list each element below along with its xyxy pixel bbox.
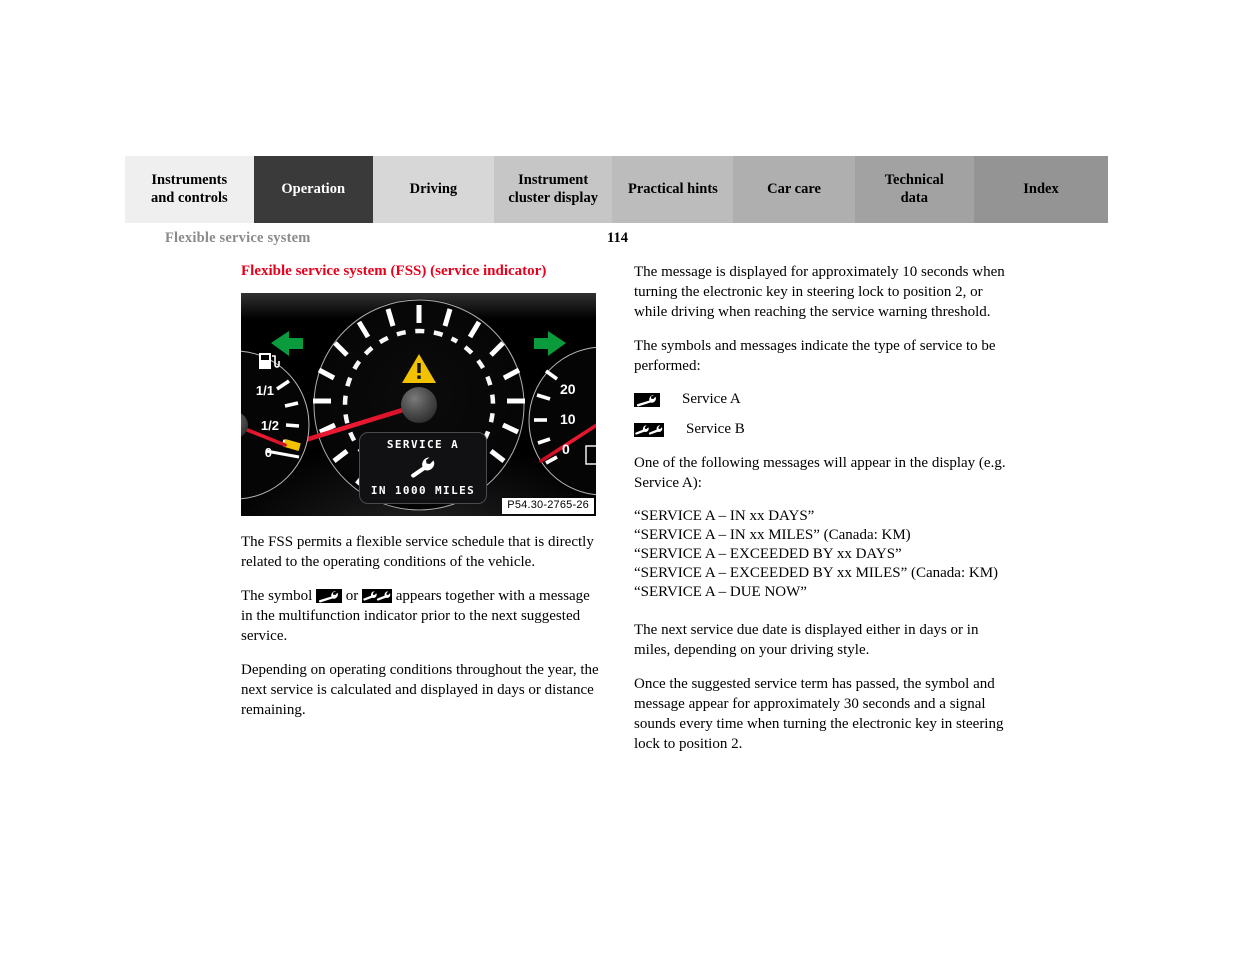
- wrench-icon: [411, 457, 435, 478]
- tab-label: Practical hints: [628, 180, 718, 197]
- list-item-message: “SERVICE A – EXCEEDED BY xx DAYS”: [634, 545, 902, 562]
- paragraph-symbol-sentence: The symbol or appears together with a me…: [241, 586, 601, 646]
- service-a-wrench-icon: [634, 393, 660, 408]
- tab-index[interactable]: Index: [973, 156, 1109, 223]
- section-title: Flexible service system (FSS) (service i…: [241, 263, 547, 279]
- tab-instrument-cluster-display[interactable]: Instrument cluster display: [493, 156, 613, 223]
- tab-label: Driving: [409, 180, 458, 197]
- list-item-message: “SERVICE A – IN xx DAYS”: [634, 507, 815, 524]
- right-turn-arrow-icon: [534, 330, 566, 356]
- tab-instruments-and-controls[interactable]: Instruments and controls: [125, 156, 254, 223]
- tab-label: Technical data: [884, 172, 944, 206]
- running-head: Flexible service system: [165, 230, 311, 246]
- svg-text:1/2: 1/2: [261, 418, 279, 433]
- fss-message-display: SERVICE A IN 1000 MILES: [359, 431, 487, 504]
- tab-practical-hints[interactable]: Practical hints: [612, 156, 734, 223]
- paragraph-due-date: The next service due date is displayed e…: [634, 621, 979, 658]
- right-column: The message is displayed for approximate…: [634, 262, 1006, 754]
- chapter-tab-bar: Instruments and controls Operation Drivi…: [125, 156, 1109, 223]
- tab-driving[interactable]: Driving: [372, 156, 494, 223]
- instrument-cluster-figure: 1/1 1/2 0 20 10 0 SERVICE A IN 1000 MILE…: [241, 292, 596, 516]
- tab-label: Car care: [767, 180, 821, 197]
- paragraph-messages-intro: One of the following messages will appea…: [634, 454, 1006, 491]
- tab-operation[interactable]: Operation: [253, 156, 373, 223]
- tab-label: Operation: [281, 180, 346, 197]
- paragraph-fss-overview: The FSS permits a flexible service sched…: [241, 533, 594, 570]
- figure-caption-tag: P54.30-2765-26: [502, 498, 594, 514]
- paragraph-symbols-indicate: The symbols and messages indicate the ty…: [634, 338, 996, 375]
- list-item-message: “SERVICE A – EXCEEDED BY xx MILES” (Cana…: [634, 564, 999, 581]
- tab-label: Instruments and controls: [150, 172, 228, 206]
- service-b-wrench-icon: [362, 588, 392, 603]
- paragraph-message-duration: The message is displayed for approximate…: [634, 264, 1005, 321]
- list-item-service-a: Service A: [634, 390, 1006, 410]
- service-b-wrench-icon: [634, 422, 664, 437]
- service-a-label: Service A: [682, 391, 741, 408]
- symbol-sentence-middle: or: [342, 587, 362, 604]
- svg-text:10: 10: [560, 411, 576, 427]
- service-b-label: Service B: [686, 421, 745, 438]
- svg-text:0: 0: [265, 445, 272, 460]
- page-header: Flexible service system 114: [125, 230, 1108, 250]
- page-number: 114: [607, 230, 628, 246]
- lcd-line-service-type: SERVICE A: [386, 437, 460, 451]
- paragraph-operating-conditions: Depending on operating conditions throug…: [241, 661, 599, 718]
- right-gauge: 20 10 0: [528, 346, 596, 495]
- left-column: Flexible service system (FSS) (service i…: [241, 262, 601, 720]
- list-item-message: “SERVICE A – DUE NOW”: [634, 583, 807, 600]
- service-message-list: “SERVICE A – IN xx DAYS” “SERVICE A – IN…: [634, 507, 1006, 602]
- left-turn-arrow-icon: [271, 330, 303, 356]
- svg-text:1/1: 1/1: [256, 383, 274, 398]
- tab-car-care[interactable]: Car care: [733, 156, 855, 223]
- svg-text:0: 0: [562, 441, 570, 457]
- symbol-sentence-before: The symbol: [241, 587, 316, 604]
- list-item-service-b: Service B: [634, 420, 1006, 440]
- paragraph-term-passed: Once the suggested service term has pass…: [634, 675, 1004, 752]
- fuel-pump-icon: [259, 352, 280, 369]
- svg-text:20: 20: [560, 381, 576, 397]
- tab-label: Index: [1023, 180, 1059, 197]
- service-type-list: Service A Service B: [634, 390, 1006, 440]
- fuel-gauge: 1/1 1/2 0: [241, 350, 310, 499]
- lcd-line-interval: IN 1000 MILES: [370, 483, 476, 497]
- service-a-wrench-icon: [316, 588, 342, 603]
- tab-technical-data[interactable]: Technical data: [854, 156, 974, 223]
- list-item-message: “SERVICE A – IN xx MILES” (Canada: KM): [634, 526, 911, 543]
- tab-label: Instrument cluster display: [508, 172, 598, 206]
